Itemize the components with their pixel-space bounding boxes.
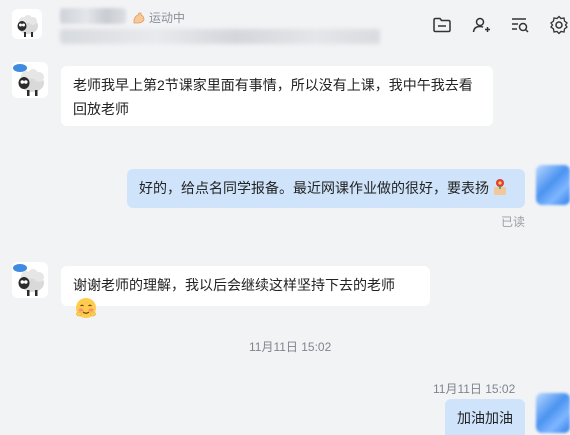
read-receipt: 已读 [501,215,526,229]
award-emoji-icon [491,176,509,203]
status-text: 运动中 [149,11,186,25]
message-text: 好的，给点名同学报备。最近网课作业做的很好，要表扬 [139,180,489,197]
status-indicator: 运动中 [132,9,185,26]
message-bubble-incoming[interactable]: 谢谢老师的理解，我以后会继续这样坚持下去的老师 [61,266,430,318]
contact-message-avatar[interactable] [12,62,48,98]
settings-icon[interactable] [548,14,570,36]
flex-arm-icon [133,12,145,23]
sheep-avatar-icon [12,9,42,39]
message-text: 加油加油 [457,410,513,426]
contact-name-redacted [60,8,126,24]
message-text: 谢谢老师的理解，我以后会继续这样坚持下去的老师 [73,277,395,293]
timestamp-divider: 11月11日 15:02 [249,340,332,354]
message-text-line: 老师我早上第2节课家里面有事情，所以没有上课，我中午我去看 [73,77,473,93]
sheep-avatar-icon [12,62,48,98]
header-toolbar [431,14,570,36]
my-avatar-redacted[interactable] [536,165,570,205]
message-text-line: 回放老师 [73,101,129,117]
message-bubble-outgoing[interactable]: 加油加油 [445,399,525,435]
contact-info-redacted [60,29,380,44]
folder-icon[interactable] [431,14,453,36]
sheep-avatar-icon [12,262,48,298]
chat-header: 运动中 [0,0,570,52]
contact-avatar[interactable] [12,9,42,39]
search-history-icon[interactable] [509,14,531,36]
message-time: 11月11日 15:02 [433,382,516,396]
my-avatar-redacted[interactable] [536,393,570,433]
message-bubble-outgoing[interactable]: 好的，给点名同学报备。最近网课作业做的很好，要表扬 [127,169,525,208]
add-contact-icon[interactable] [470,14,492,36]
message-bubble-incoming[interactable]: 老师我早上第2节课家里面有事情，所以没有上课，我中午我去看 回放老师 [61,66,493,126]
shy-smile-emoji-icon [75,297,97,326]
contact-message-avatar[interactable] [12,262,48,298]
